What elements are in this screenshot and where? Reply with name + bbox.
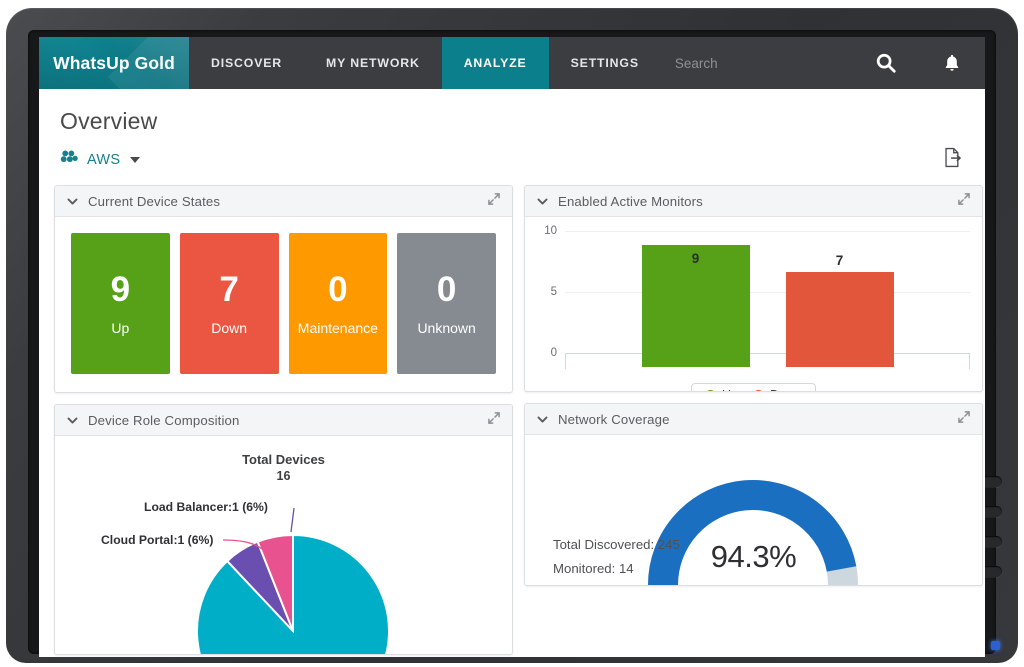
chevron-down-icon[interactable] — [536, 195, 549, 208]
device-state-tile-up[interactable]: 9 Up — [71, 233, 170, 374]
bar-chart: 10 5 0 9 — [525, 217, 982, 391]
power-led-indicator — [991, 641, 1000, 650]
legend-label-down: Down — [770, 388, 802, 392]
dashboard-panels: Current Device States 9 Up — [39, 173, 985, 655]
legend-color-swatch-up — [705, 390, 716, 393]
nav-item-my-network[interactable]: MY NETWORK — [304, 37, 442, 89]
brand-logo-text: WhatsUp Gold — [53, 53, 175, 74]
panel-header: Device Role Composition — [55, 405, 512, 436]
legend-item-up[interactable]: Up — [705, 388, 738, 392]
pie-leader-line-load-balancer — [291, 508, 294, 532]
panel-header: Enabled Active Monitors — [525, 186, 982, 217]
context-label[interactable]: AWS — [87, 152, 120, 168]
search-input[interactable] — [675, 56, 825, 71]
y-axis-tick-10: 10 — [535, 225, 557, 237]
nav-right-icons — [853, 37, 985, 89]
gauge-chart: Total Discovered: 245 Monitored: 14 94.3… — [525, 435, 982, 585]
pie-callout-cloud-portal: Cloud Portal:1 (6%) — [101, 533, 213, 547]
expand-icon[interactable] — [957, 192, 971, 211]
pie-total-value: 16 — [55, 469, 512, 483]
nav-item-settings[interactable]: SETTINGS — [549, 37, 661, 89]
panel-title: Current Device States — [88, 194, 220, 209]
brand-logo[interactable]: WhatsUp Gold — [39, 37, 189, 89]
panel-title: Network Coverage — [558, 412, 670, 427]
context-selector-row: AWS — [39, 135, 985, 173]
device-state-tiles: 9 Up 7 Down 0 Maintenance 0 — [55, 217, 512, 392]
panel-header: Network Coverage — [525, 404, 982, 435]
bar-down[interactable] — [786, 272, 894, 367]
tile-label: Up — [111, 320, 129, 336]
search-icon[interactable] — [853, 37, 919, 89]
panel-device-role-composition: Device Role Composition Total Devices 16 — [54, 404, 513, 655]
expand-icon[interactable] — [487, 192, 501, 211]
tile-value: 9 — [111, 272, 130, 307]
pie-total-label: Total Devices — [55, 452, 512, 467]
y-axis-tick-0: 0 — [535, 347, 557, 359]
bell-icon[interactable] — [919, 37, 985, 89]
tile-value: 0 — [437, 272, 456, 307]
panel-current-device-states: Current Device States 9 Up — [54, 185, 513, 393]
chevron-down-icon[interactable] — [536, 413, 549, 426]
legend-color-swatch-down — [753, 390, 764, 393]
bar-chart-plot-area: 9 7 — [565, 231, 970, 367]
page-title: Overview — [39, 89, 985, 135]
bar-group-up[interactable]: 9 — [642, 245, 750, 367]
cloud-cluster-icon — [60, 149, 79, 171]
expand-icon[interactable] — [957, 410, 971, 429]
application-screen: WhatsUp Gold DISCOVER MY NETWORK ANALYZE… — [39, 37, 985, 657]
export-document-icon[interactable] — [943, 147, 964, 173]
dashboard-left-column: Current Device States 9 Up — [54, 185, 513, 655]
bar-group-down[interactable]: 7 — [786, 272, 894, 367]
panel-title: Enabled Active Monitors — [558, 194, 703, 209]
top-navigation-bar: WhatsUp Gold DISCOVER MY NETWORK ANALYZE… — [39, 37, 985, 89]
device-state-tile-down[interactable]: 7 Down — [180, 233, 279, 374]
chevron-down-icon[interactable] — [130, 157, 140, 163]
dashboard-right-column: Enabled Active Monitors 10 5 0 — [524, 185, 983, 586]
pie-chart: Total Devices 16 Load Balancer:1 (6%) Cl… — [55, 436, 512, 654]
panel-network-coverage: Network Coverage To — [524, 403, 983, 586]
tile-label: Unknown — [417, 320, 475, 336]
tile-value: 7 — [219, 272, 238, 307]
device-state-tile-maintenance[interactable]: 0 Maintenance — [289, 233, 388, 374]
search-container[interactable] — [661, 37, 839, 89]
legend-label-up: Up — [722, 388, 738, 392]
device-state-tile-unknown[interactable]: 0 Unknown — [397, 233, 496, 374]
nav-item-analyze[interactable]: ANALYZE — [442, 37, 549, 89]
expand-icon[interactable] — [487, 411, 501, 430]
tile-value: 0 — [328, 272, 347, 307]
tablet-device-frame: WhatsUp Gold DISCOVER MY NETWORK ANALYZE… — [6, 8, 1018, 663]
chevron-down-icon[interactable] — [66, 195, 79, 208]
tile-label: Down — [211, 320, 247, 336]
bar-value-down: 7 — [786, 253, 894, 268]
gauge-value-label: 94.3% — [525, 539, 982, 575]
legend-box: Up Down — [691, 383, 816, 392]
legend-item-down[interactable]: Down — [753, 388, 802, 392]
panel-header: Current Device States — [55, 186, 512, 217]
pie-callout-load-balancer: Load Balancer:1 (6%) — [144, 500, 268, 514]
bar-chart-legend: Up Down — [525, 383, 982, 392]
panel-enabled-active-monitors: Enabled Active Monitors 10 5 0 — [524, 185, 983, 392]
y-axis-tick-5: 5 — [535, 286, 557, 298]
panel-title: Device Role Composition — [88, 413, 240, 428]
chevron-down-icon[interactable] — [66, 414, 79, 427]
bar-value-up: 9 — [642, 251, 750, 266]
nav-item-discover[interactable]: DISCOVER — [189, 37, 304, 89]
tile-label: Maintenance — [298, 320, 378, 336]
